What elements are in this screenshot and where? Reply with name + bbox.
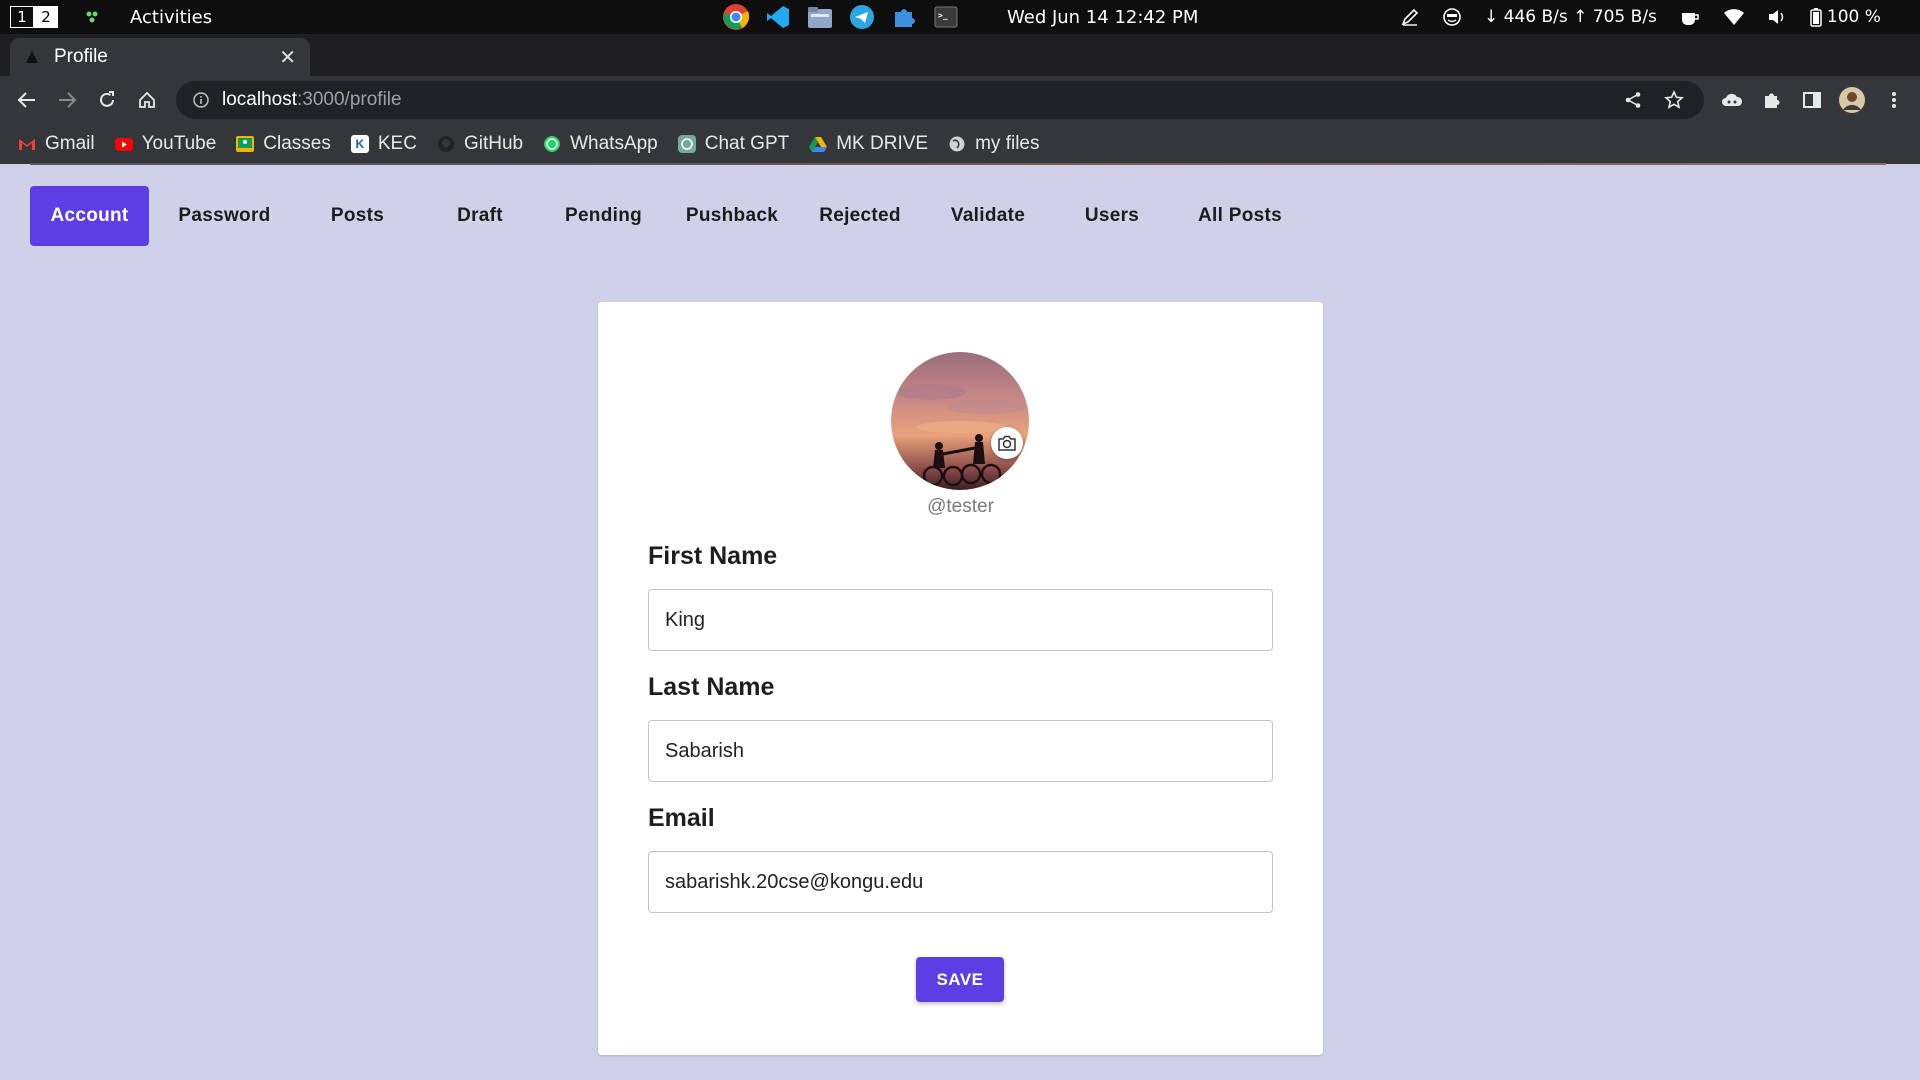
email-label: Email xyxy=(648,804,715,832)
whatsapp-icon xyxy=(543,135,561,153)
tab-title: Profile xyxy=(54,46,108,67)
last-name-label: Last Name xyxy=(648,673,775,701)
tab-draft[interactable]: Draft xyxy=(415,186,545,246)
first-name-field[interactable] xyxy=(648,589,1273,651)
tab-users[interactable]: Users xyxy=(1058,186,1166,246)
browser-menu-icon[interactable] xyxy=(1882,88,1906,112)
extension-cloud-icon[interactable] xyxy=(1720,88,1744,112)
tab-password[interactable]: Password xyxy=(149,186,300,246)
browser-tab-strip: Profile ✕ + xyxy=(0,34,1920,106)
coffee-icon[interactable] xyxy=(1679,7,1701,27)
pen-icon[interactable] xyxy=(1400,7,1420,27)
volume-icon[interactable] xyxy=(1767,8,1787,26)
first-name-label: First Name xyxy=(648,542,778,570)
bookmark-label: MK DRIVE xyxy=(836,133,929,154)
tab-pending[interactable]: Pending xyxy=(545,186,662,246)
profile-page: Account Password Posts Draft Pending Pus… xyxy=(0,165,1920,1080)
network-speed: ↓ 446 B/s ↑ 705 B/s xyxy=(1484,7,1657,27)
drive-icon xyxy=(809,135,828,153)
terminal-icon[interactable]: >_ xyxy=(932,3,960,31)
back-arrow-icon[interactable] xyxy=(15,88,39,112)
bookmark-star-icon[interactable] xyxy=(1664,90,1684,110)
last-name-field[interactable] xyxy=(648,720,1273,782)
bookmark-label: Chat GPT xyxy=(704,133,790,154)
workspace-2[interactable]: 2 xyxy=(34,6,58,28)
email-field[interactable] xyxy=(648,851,1273,913)
emoji-icon[interactable] xyxy=(1442,7,1462,27)
address-bar[interactable]: localhost:3000/profile xyxy=(176,81,1704,119)
bookmark-kec[interactable]: K KEC xyxy=(350,133,417,155)
bookmark-label: KEC xyxy=(377,133,417,154)
bookmark-whatsapp[interactable]: WhatsApp xyxy=(543,133,658,155)
bookmark-gmail[interactable]: Gmail xyxy=(18,133,95,155)
bookmark-label: GitHub xyxy=(463,133,524,154)
home-icon[interactable] xyxy=(135,88,159,112)
tab-close-icon[interactable]: ✕ xyxy=(279,45,296,70)
url-host: localhost xyxy=(222,89,297,110)
github-icon xyxy=(437,135,455,153)
tab-favicon-icon xyxy=(24,49,40,65)
battery-level: 100 % xyxy=(1826,7,1881,27)
browser-toolbar: localhost:3000/profile xyxy=(0,76,1920,124)
side-panel-icon[interactable] xyxy=(1800,88,1824,112)
site-info-icon[interactable] xyxy=(192,91,210,109)
chatgpt-icon xyxy=(677,135,696,153)
profile-nav-tabs: Account Password Posts Draft Pending Pus… xyxy=(30,186,1314,246)
bookmark-mk-drive[interactable]: MK DRIVE xyxy=(809,133,928,155)
profile-avatar[interactable] xyxy=(1838,86,1866,114)
bookmark-youtube[interactable]: YouTube xyxy=(114,133,217,155)
clock[interactable]: Wed Jun 14 12:42 PM xyxy=(1007,0,1198,34)
share-icon[interactable] xyxy=(1624,91,1642,109)
reload-icon[interactable] xyxy=(95,88,119,112)
tab-account[interactable]: Account xyxy=(30,186,149,246)
puzzle-app-icon[interactable] xyxy=(890,3,918,31)
activities-button[interactable]: Activities xyxy=(130,0,212,34)
tab-all-posts[interactable]: All Posts xyxy=(1166,186,1314,246)
tab-validate[interactable]: Validate xyxy=(918,186,1058,246)
telegram-icon[interactable] xyxy=(848,3,876,31)
extensions-puzzle-icon[interactable] xyxy=(1760,88,1784,112)
vscode-icon[interactable] xyxy=(764,3,792,31)
bookmark-chat-gpt[interactable]: Chat GPT xyxy=(677,133,790,155)
bookmark-my-files[interactable]: my files xyxy=(948,133,1040,155)
globe-icon xyxy=(948,135,966,153)
system-tray[interactable]: ↓ 446 B/s ↑ 705 B/s 100 % xyxy=(1400,0,1881,34)
youtube-icon xyxy=(114,135,133,153)
browser-tab-profile[interactable]: Profile ✕ xyxy=(10,38,310,76)
kec-icon: K xyxy=(350,135,369,153)
workspace-switcher[interactable]: 1 2 xyxy=(10,0,58,34)
workspace-1[interactable]: 1 xyxy=(10,6,34,28)
app-menu-icon[interactable] xyxy=(84,0,100,34)
camera-upload-icon[interactable] xyxy=(991,427,1023,459)
chrome-icon[interactable] xyxy=(722,3,750,31)
files-icon[interactable] xyxy=(806,3,834,31)
save-button[interactable]: SAVE xyxy=(916,957,1004,1002)
forward-arrow-icon[interactable] xyxy=(55,88,79,112)
battery-indicator[interactable]: 100 % xyxy=(1809,7,1881,27)
url-path: :3000/profile xyxy=(297,89,402,110)
tab-rejected[interactable]: Rejected xyxy=(802,186,918,246)
bookmark-label: WhatsApp xyxy=(570,133,658,154)
profile-avatar-image[interactable] xyxy=(891,352,1029,490)
bookmark-label: YouTube xyxy=(141,133,217,154)
bookmark-label: my files xyxy=(975,133,1040,154)
profile-card: @tester First Name Last Name Email SAVE xyxy=(598,302,1323,1055)
battery-icon xyxy=(1810,8,1822,27)
tab-pushback[interactable]: Pushback xyxy=(662,186,802,246)
dock: >_ xyxy=(722,0,960,34)
system-top-bar: 1 2 Activities >_ Wed Jun 14 12:42 PM ↓ … xyxy=(0,0,1920,34)
bookmark-label: Classes xyxy=(263,133,331,154)
classroom-icon xyxy=(236,135,255,153)
gmail-icon xyxy=(18,135,36,153)
bookmarks-bar: Gmail YouTube Classes K KEC GitHub Whats… xyxy=(0,124,1920,164)
username-handle: @tester xyxy=(927,496,994,517)
tab-posts[interactable]: Posts xyxy=(300,186,415,246)
bookmark-github[interactable]: GitHub xyxy=(437,133,523,155)
bookmark-classes[interactable]: Classes xyxy=(236,133,331,155)
wifi-icon[interactable] xyxy=(1723,8,1745,26)
svg-text:>_: >_ xyxy=(938,11,948,20)
bookmark-label: Gmail xyxy=(45,133,95,154)
